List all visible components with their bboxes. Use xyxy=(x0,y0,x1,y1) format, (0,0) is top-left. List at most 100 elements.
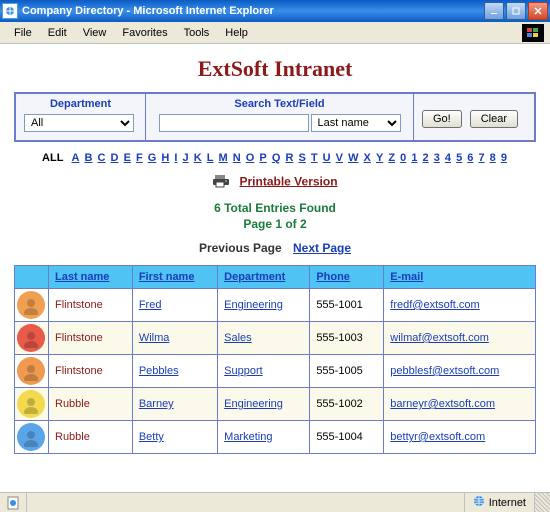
menu-view[interactable]: View xyxy=(75,25,115,41)
alpha-all: ALL xyxy=(42,152,63,164)
alpha-link[interactable]: Y xyxy=(376,152,383,164)
alpha-link[interactable]: J xyxy=(183,152,189,164)
first-name-link[interactable]: Wilma xyxy=(139,332,170,344)
alpha-link[interactable]: L xyxy=(207,152,214,164)
first-name-link[interactable]: Barney xyxy=(139,398,174,410)
status-page-icon xyxy=(4,495,22,511)
clear-button[interactable]: Clear xyxy=(470,110,518,128)
table-row: FlintstonePebblesSupport555-1005pebblesf… xyxy=(15,355,536,388)
alpha-link[interactable]: H xyxy=(161,152,169,164)
alpha-link[interactable]: 1 xyxy=(411,152,417,164)
table-row: FlintstoneWilmaSales555-1003wilmaf@extso… xyxy=(15,322,536,355)
alpha-link[interactable]: 8 xyxy=(490,152,496,164)
page-indicator: Page 1 of 2 xyxy=(14,217,536,231)
menu-help[interactable]: Help xyxy=(217,25,256,41)
alpha-link[interactable]: 9 xyxy=(501,152,507,164)
printer-icon xyxy=(212,174,230,191)
printable-link[interactable]: Printable Version xyxy=(240,174,338,188)
alpha-link[interactable]: M xyxy=(219,152,228,164)
go-button[interactable]: Go! xyxy=(422,110,462,128)
alpha-link[interactable]: 4 xyxy=(445,152,451,164)
email-link[interactable]: barneyr@extsoft.com xyxy=(390,398,495,410)
close-button[interactable] xyxy=(528,2,548,20)
email-cell: pebblesf@extsoft.com xyxy=(384,355,536,388)
department-cell: Engineering xyxy=(218,289,310,322)
alpha-link[interactable]: A xyxy=(72,152,80,164)
status-bar: Internet xyxy=(0,492,550,512)
email-cell: fredf@extsoft.com xyxy=(384,289,536,322)
alpha-link[interactable]: N xyxy=(233,152,241,164)
windows-logo-icon xyxy=(522,24,544,42)
alpha-link[interactable]: X xyxy=(364,152,371,164)
department-select[interactable]: All xyxy=(24,114,134,132)
email-cell: barneyr@extsoft.com xyxy=(384,388,536,421)
col-header[interactable]: E-mail xyxy=(384,266,536,289)
table-row: FlintstoneFredEngineering555-1001fredf@e… xyxy=(15,289,536,322)
resize-grip[interactable] xyxy=(534,493,550,512)
alpha-link[interactable]: O xyxy=(246,152,255,164)
alpha-link[interactable]: 0 xyxy=(400,152,406,164)
department-label: Department xyxy=(24,98,137,110)
alpha-link[interactable]: Q xyxy=(272,152,281,164)
alpha-link[interactable]: D xyxy=(111,152,119,164)
alpha-link[interactable]: C xyxy=(98,152,106,164)
table-row: RubbleBettyMarketing555-1004bettyr@extso… xyxy=(15,421,536,454)
col-header[interactable]: Phone xyxy=(310,266,384,289)
alpha-link[interactable]: W xyxy=(348,152,358,164)
alpha-link[interactable]: 2 xyxy=(423,152,429,164)
alpha-link[interactable]: S xyxy=(298,152,305,164)
avatar-header xyxy=(15,266,49,289)
email-link[interactable]: pebblesf@extsoft.com xyxy=(390,365,499,377)
alpha-link[interactable]: B xyxy=(85,152,93,164)
department-link[interactable]: Support xyxy=(224,365,263,377)
menu-tools[interactable]: Tools xyxy=(176,25,218,41)
menu-file[interactable]: File xyxy=(6,25,40,41)
alpha-link[interactable]: 3 xyxy=(434,152,440,164)
alpha-link[interactable]: F xyxy=(136,152,143,164)
printable-row: Printable Version xyxy=(14,174,536,191)
menu-edit[interactable]: Edit xyxy=(40,25,75,41)
alpha-link[interactable]: G xyxy=(148,152,157,164)
col-header[interactable]: Last name xyxy=(49,266,133,289)
col-header[interactable]: First name xyxy=(132,266,217,289)
alpha-link[interactable]: P xyxy=(259,152,266,164)
avatar-icon xyxy=(17,423,45,451)
search-label: Search Text/Field xyxy=(154,98,405,110)
table-row: RubbleBarneyEngineering555-1002barneyr@e… xyxy=(15,388,536,421)
search-input[interactable] xyxy=(159,114,309,132)
col-header[interactable]: Department xyxy=(218,266,310,289)
first-name-link[interactable]: Betty xyxy=(139,431,164,443)
alpha-link[interactable]: I xyxy=(174,152,177,164)
first-name-link[interactable]: Pebbles xyxy=(139,365,179,377)
search-panel: Department All Search Text/Field Last na… xyxy=(14,92,536,142)
alpha-link[interactable]: R xyxy=(285,152,293,164)
alpha-link[interactable]: Z xyxy=(388,152,395,164)
alpha-link[interactable]: U xyxy=(323,152,331,164)
alpha-link[interactable]: V xyxy=(336,152,343,164)
department-link[interactable]: Engineering xyxy=(224,299,283,311)
menu-favorites[interactable]: Favorites xyxy=(114,25,175,41)
alpha-link[interactable]: 7 xyxy=(478,152,484,164)
results-count: 6 Total Entries Found xyxy=(14,201,536,215)
alpha-link[interactable]: 5 xyxy=(456,152,462,164)
maximize-button[interactable] xyxy=(506,2,526,20)
alpha-link[interactable]: E xyxy=(124,152,131,164)
email-link[interactable]: bettyr@extsoft.com xyxy=(390,431,485,443)
avatar-icon xyxy=(17,324,45,352)
alpha-nav: ALL A B C D E F G H I J K L M N O P Q R … xyxy=(14,152,536,164)
minimize-button[interactable] xyxy=(484,2,504,20)
first-name-cell: Wilma xyxy=(132,322,217,355)
department-link[interactable]: Engineering xyxy=(224,398,283,410)
department-cell: Support xyxy=(218,355,310,388)
alpha-link[interactable]: 6 xyxy=(467,152,473,164)
alpha-link[interactable]: T xyxy=(311,152,318,164)
department-link[interactable]: Marketing xyxy=(224,431,272,443)
avatar-cell xyxy=(15,322,49,355)
email-link[interactable]: fredf@extsoft.com xyxy=(390,299,479,311)
alpha-link[interactable]: K xyxy=(194,152,202,164)
next-page-link[interactable]: Next Page xyxy=(293,241,351,255)
email-link[interactable]: wilmaf@extsoft.com xyxy=(390,332,489,344)
search-field-select[interactable]: Last name xyxy=(311,114,401,132)
department-link[interactable]: Sales xyxy=(224,332,252,344)
first-name-link[interactable]: Fred xyxy=(139,299,162,311)
